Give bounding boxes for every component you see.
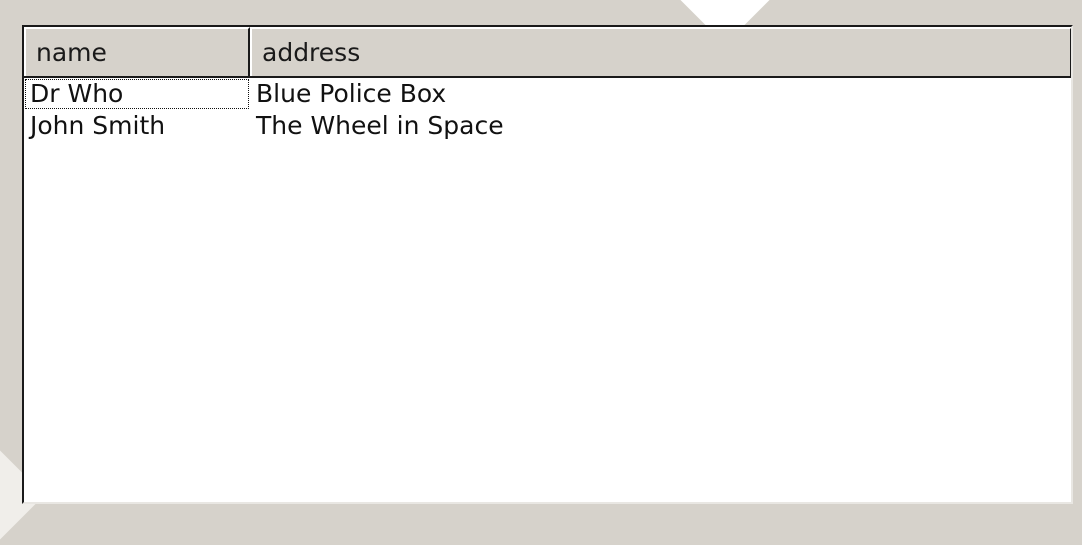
cell-name[interactable]: Dr Who xyxy=(24,78,250,110)
table-row[interactable]: Dr Who Blue Police Box xyxy=(24,78,1071,110)
column-header-address[interactable]: address xyxy=(250,27,1071,76)
column-header-name[interactable]: name xyxy=(24,27,250,76)
window: name address Dr Who Blue Police Box John… xyxy=(0,0,1082,545)
cell-address[interactable]: Blue Police Box xyxy=(256,78,446,110)
table[interactable]: name address Dr Who Blue Police Box John… xyxy=(22,25,1073,504)
table-body: Dr Who Blue Police Box John Smith The Wh… xyxy=(24,78,1071,142)
table-row[interactable]: John Smith The Wheel in Space xyxy=(24,110,1071,142)
cell-address[interactable]: The Wheel in Space xyxy=(256,110,504,142)
table-header: name address xyxy=(24,27,1071,78)
cell-name[interactable]: John Smith xyxy=(24,110,250,142)
